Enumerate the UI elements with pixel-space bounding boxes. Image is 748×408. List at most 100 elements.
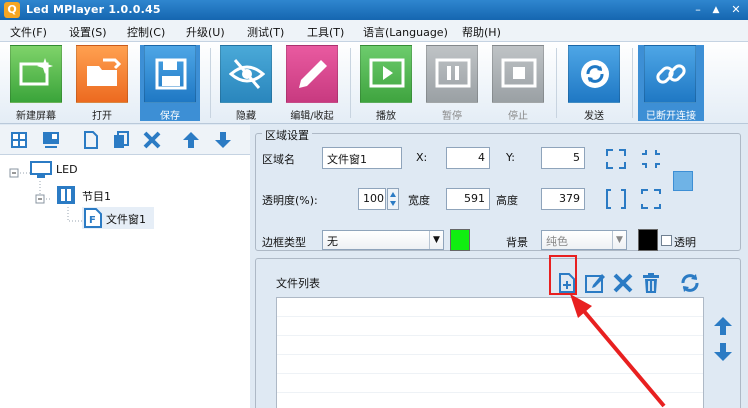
send-label: 发送 xyxy=(584,111,604,122)
program-tree: LED 节目1 F 文件窗1 xyxy=(0,155,250,408)
new-file-icon[interactable] xyxy=(82,131,100,149)
menu-help[interactable]: 帮助(H) xyxy=(462,24,501,40)
tree-node-led-label: LED xyxy=(56,163,78,176)
send-button[interactable]: 发送 xyxy=(564,45,624,122)
program-film-icon xyxy=(57,186,75,204)
save-label: 保存 xyxy=(160,111,180,122)
title-bar: Q Led MPlayer 1.0.0.45 – ▲ ✕ xyxy=(0,0,748,20)
menu-file[interactable]: 文件(F) xyxy=(10,24,47,40)
width-label: 宽度 xyxy=(408,194,430,207)
play-button[interactable]: 播放 xyxy=(356,45,416,122)
disconnect-button[interactable]: 已断开连接 xyxy=(638,45,704,122)
border-type-value: 无 xyxy=(327,235,338,248)
file-list-legend: 文件列表 xyxy=(276,277,320,290)
menu-bar: 文件(F) 设置(S) 控制(C) 升级(U) 测试(T) 工具(T) 语言(L… xyxy=(0,20,748,42)
save-disk-icon xyxy=(155,58,187,90)
open-label: 打开 xyxy=(92,111,112,122)
menu-settings[interactable]: 设置(S) xyxy=(69,24,107,40)
tree-node-file-window-label: 文件窗1 xyxy=(106,213,146,226)
transparent-checkbox[interactable] xyxy=(661,235,672,246)
minimize-button[interactable]: – xyxy=(690,2,706,18)
region-name-label: 区域名 xyxy=(262,153,295,166)
border-type-select[interactable]: 无 ▼ xyxy=(322,230,444,250)
opacity-spinner[interactable] xyxy=(387,188,399,210)
menu-tools[interactable]: 工具(T) xyxy=(307,24,344,40)
chevron-down-icon: ▼ xyxy=(612,231,626,249)
move-up-icon[interactable] xyxy=(182,131,200,149)
pause-button[interactable]: 暂停 xyxy=(422,45,482,122)
menu-language[interactable]: 语言(Language) xyxy=(363,24,448,40)
background-select[interactable]: 纯色 ▼ xyxy=(541,230,627,250)
folder-open-icon xyxy=(87,58,121,86)
opacity-input[interactable]: 100 xyxy=(358,188,386,210)
link-chain-icon xyxy=(656,64,686,84)
x-input[interactable]: 4 xyxy=(446,147,490,169)
pause-icon xyxy=(435,58,471,88)
align-corners-in-icon[interactable] xyxy=(640,148,662,170)
opacity-label: 透明度(%): xyxy=(262,194,318,207)
hide-button[interactable]: 隐藏 xyxy=(216,45,276,122)
open-button[interactable]: 打开 xyxy=(72,45,132,122)
edit-collapse-button[interactable]: 编辑/收起 xyxy=(282,45,342,122)
menu-upgrade[interactable]: 升级(U) xyxy=(186,24,225,40)
delete-x-icon[interactable] xyxy=(143,131,161,149)
file-window-icon: F xyxy=(84,208,102,228)
eye-hidden-icon xyxy=(229,59,265,89)
new-screen-icon xyxy=(19,58,53,86)
new-screen-button[interactable]: 新建屏幕 xyxy=(6,45,66,122)
close-button[interactable]: ✕ xyxy=(728,2,744,18)
menu-test[interactable]: 测试(T) xyxy=(247,24,284,40)
background-value: 纯色 xyxy=(546,235,568,248)
region-settings-group: 区域设置 区域名 文件窗1 X: 4 Y: 5 透明度(%): 100 宽度 5… xyxy=(255,127,741,251)
right-pane: 区域设置 区域名 文件窗1 X: 4 Y: 5 透明度(%): 100 宽度 5… xyxy=(251,125,748,408)
toolbar-separator xyxy=(556,48,557,118)
move-down-icon[interactable] xyxy=(712,341,734,363)
background-color-swatch[interactable] xyxy=(638,229,658,251)
transparent-label: 透明 xyxy=(674,236,696,249)
edit-collapse-label: 编辑/收起 xyxy=(290,111,334,122)
highlight-box xyxy=(549,255,577,295)
play-icon xyxy=(369,58,405,88)
tree-node-file-window[interactable]: F 文件窗1 xyxy=(82,207,154,229)
window-title: Led MPlayer 1.0.0.45 xyxy=(26,3,161,16)
border-color-swatch[interactable] xyxy=(450,229,470,251)
tree-toolbar xyxy=(0,125,250,155)
disconnect-label: 已断开连接 xyxy=(646,111,696,122)
chevron-down-icon: ▼ xyxy=(429,231,443,249)
program-icon[interactable] xyxy=(42,131,60,149)
stop-button[interactable]: 停止 xyxy=(488,45,548,122)
y-input[interactable]: 5 xyxy=(541,147,585,169)
move-down-icon[interactable] xyxy=(214,131,232,149)
region-color-swatch[interactable] xyxy=(673,171,693,191)
region-settings-legend: 区域设置 xyxy=(262,127,312,143)
x-label: X: xyxy=(416,151,428,164)
tree-node-program-label: 节目1 xyxy=(82,190,111,203)
border-type-label: 边框类型 xyxy=(262,236,306,249)
align-left-right-icon[interactable] xyxy=(605,188,627,210)
align-corners-out-icon[interactable] xyxy=(605,148,627,170)
toolbar-separator xyxy=(632,48,633,118)
pause-label: 暂停 xyxy=(442,111,462,122)
save-button[interactable]: 保存 xyxy=(140,45,200,122)
height-label: 高度 xyxy=(496,194,518,207)
menu-control[interactable]: 控制(C) xyxy=(127,24,165,40)
toolbar-separator xyxy=(210,48,211,118)
restore-button[interactable]: ▲ xyxy=(708,2,724,18)
app-logo-icon: Q xyxy=(4,2,20,18)
refresh-send-icon xyxy=(581,60,609,88)
spinner-arrows-icon xyxy=(390,192,396,206)
width-input[interactable]: 591 xyxy=(446,188,490,210)
background-label: 背景 xyxy=(506,236,528,249)
monitor-icon xyxy=(30,161,52,178)
align-top-bottom-icon[interactable] xyxy=(640,188,662,210)
height-input[interactable]: 379 xyxy=(541,188,585,210)
copy-icon[interactable] xyxy=(112,131,130,149)
new-screen-label: 新建屏幕 xyxy=(16,111,56,122)
screen-grid-icon[interactable] xyxy=(10,131,28,149)
stop-label: 停止 xyxy=(508,111,528,122)
refresh-icon[interactable] xyxy=(679,272,701,294)
annotation-arrow-icon xyxy=(570,294,666,408)
region-name-input[interactable]: 文件窗1 xyxy=(322,147,402,169)
play-label: 播放 xyxy=(376,111,396,122)
move-up-icon[interactable] xyxy=(712,315,734,337)
